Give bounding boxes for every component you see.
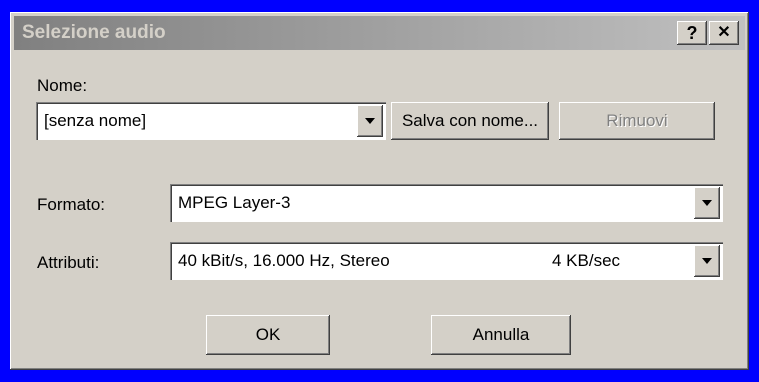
nome-dropdown-button[interactable] [357,105,383,137]
attributi-select[interactable]: 40 kBit/s, 16.000 Hz, Stereo 4 KB/sec [170,242,723,280]
close-button[interactable]: ✕ [709,21,739,45]
nome-select[interactable]: [senza nome] [36,102,386,140]
attributi-rate: 4 KB/sec [552,251,621,270]
attributi-dropdown-button[interactable] [694,245,720,277]
remove-button[interactable]: Rimuovi [559,102,715,140]
formato-select[interactable]: MPEG Layer-3 [170,184,723,222]
help-button[interactable]: ? [677,21,707,45]
save-as-button[interactable]: Salva con nome... [391,102,549,140]
chevron-down-icon [702,200,712,206]
attributi-label: Attributi: [37,253,100,272]
nome-label: Nome: [37,76,88,95]
audio-selection-dialog: Selezione audio ? ✕ Nome: [senza nome] S… [10,12,749,370]
ok-button[interactable]: OK [206,315,330,355]
title-bar: Selezione audio ? ✕ [14,16,745,50]
nome-value: [senza nome] [44,111,147,130]
cancel-button[interactable]: Annulla [431,315,571,355]
formato-label: Formato: [37,195,106,214]
chevron-down-icon [702,258,712,264]
attributi-value: 40 kBit/s, 16.000 Hz, Stereo [178,251,390,270]
formato-value: MPEG Layer-3 [178,193,291,212]
chevron-down-icon [365,118,375,124]
dialog-title: Selezione audio [22,22,166,43]
formato-dropdown-button[interactable] [694,187,720,219]
